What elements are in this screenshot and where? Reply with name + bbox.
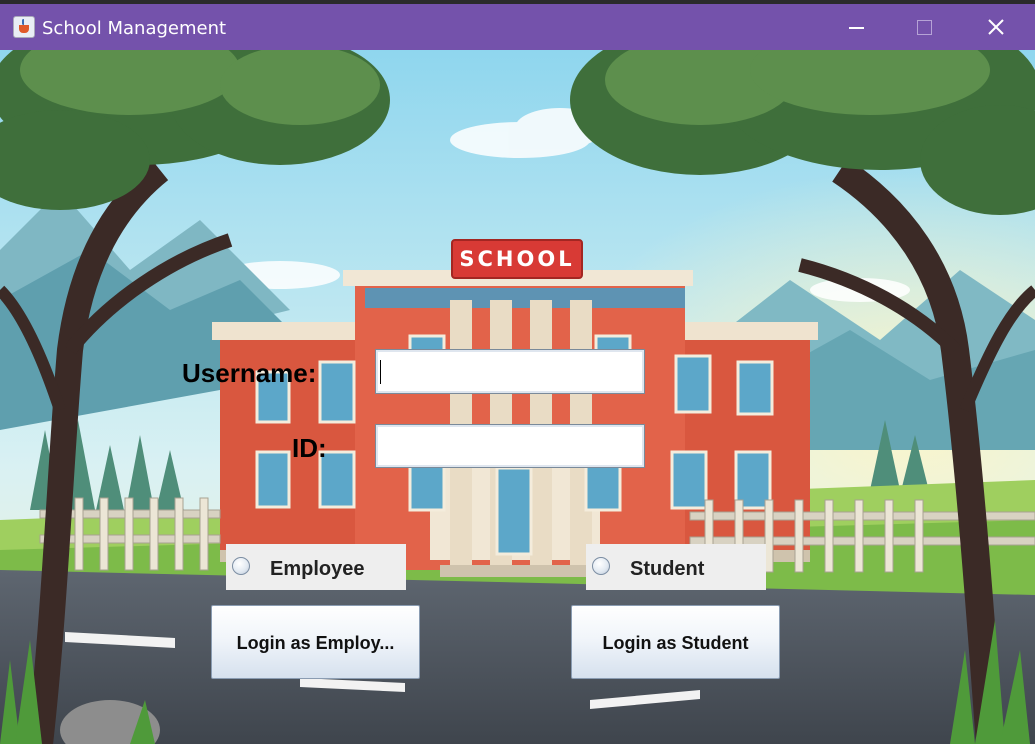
window-title: School Management [42,18,227,39]
username-label: Username: [182,358,317,388]
school-background-illustration: SCHOOL [0,50,1035,744]
id-input[interactable] [375,424,645,468]
login-employee-button[interactable]: Login as Employ... [211,605,420,679]
student-radio-label: Student [630,558,705,580]
java-cup-icon [13,16,35,38]
login-student-button[interactable]: Login as Student [571,605,780,679]
text-caret [380,360,381,384]
radio-unchecked-icon[interactable] [592,557,610,575]
id-label: ID: [292,433,327,463]
employee-radio[interactable]: Employee [226,544,406,590]
app-window: School Management SCHOOL Username: ID: E… [0,0,1035,744]
minimize-icon [849,27,864,29]
minimize-button[interactable] [826,4,886,50]
student-radio[interactable]: Student [586,544,766,590]
close-button[interactable] [966,4,1026,50]
maximize-icon [917,20,932,35]
maximize-button[interactable] [894,4,954,50]
username-input[interactable] [375,349,645,394]
title-bar[interactable]: School Management [0,4,1035,50]
content-pane: SCHOOL Username: ID: Employee Student Lo… [0,50,1035,744]
employee-radio-label: Employee [270,558,365,580]
close-icon [988,19,1004,35]
radio-unchecked-icon[interactable] [232,557,250,575]
school-sign-text: SCHOOL [459,247,574,271]
